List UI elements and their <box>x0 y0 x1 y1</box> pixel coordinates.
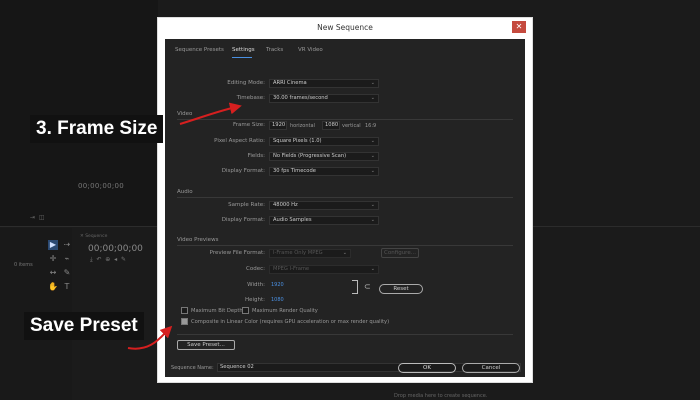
annotation-arrows <box>127 102 242 350</box>
arrow-to-frame-size <box>179 102 242 125</box>
arrow-to-save-preset <box>127 325 173 350</box>
